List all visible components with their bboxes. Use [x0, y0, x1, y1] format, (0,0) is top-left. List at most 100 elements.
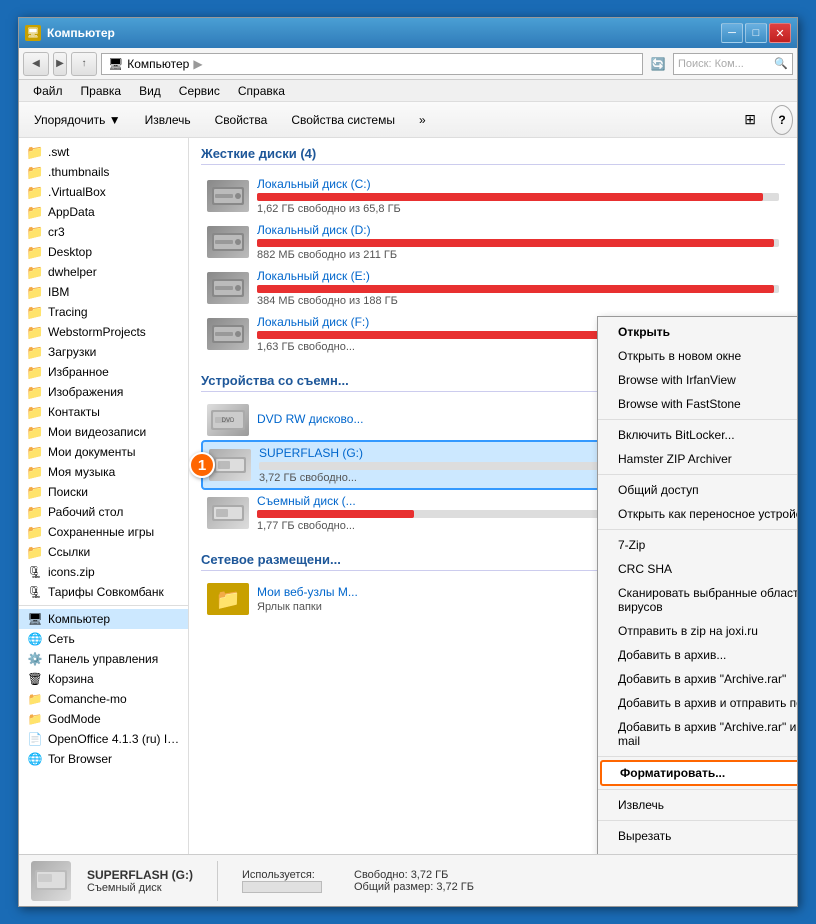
sidebar-item-controlpanel[interactable]: ⚙️Панель управления	[19, 649, 188, 669]
ctx-crcsha[interactable]: CRC SHA▶	[598, 557, 797, 581]
folder-icon: 📁	[27, 484, 43, 500]
search-icon: 🔍	[774, 57, 788, 70]
ctx-format[interactable]: Форматировать... 2	[600, 760, 797, 786]
menu-service[interactable]: Сервис	[171, 82, 228, 100]
ctx-bitlocker[interactable]: Включить BitLocker...	[598, 423, 797, 447]
menu-file[interactable]: Файл	[25, 82, 71, 100]
toolbar-eject[interactable]: Извлечь	[134, 105, 202, 135]
folder-icon: 📁	[27, 164, 43, 180]
disk-c[interactable]: Локальный диск (C:) 1,62 ГБ свободно из …	[201, 173, 785, 219]
ctx-add-archive-email[interactable]: Добавить в архив и отправить по e-mail..…	[598, 691, 797, 715]
help-button[interactable]: ?	[771, 105, 793, 135]
ctx-portable[interactable]: Открыть как переносное устройство	[598, 502, 797, 526]
badge-1: 1	[189, 452, 215, 478]
sidebar-item-iconszip[interactable]: 🗜icons.zip	[19, 562, 188, 582]
disk-c-name: Локальный диск (C:)	[257, 177, 779, 191]
ctx-add-archive-rar[interactable]: Добавить в архив "Archive.rar"	[598, 667, 797, 691]
sidebar-item-godmode[interactable]: 📁GodMode	[19, 709, 188, 729]
sidebar-item-network[interactable]: 🌐Сеть	[19, 629, 188, 649]
back-button[interactable]: ◀	[23, 52, 49, 76]
disk-d[interactable]: Локальный диск (D:) 882 МБ свободно из 2…	[201, 219, 785, 265]
close-button[interactable]: ✕	[769, 23, 791, 43]
toolbar-system-properties[interactable]: Свойства системы	[280, 105, 406, 135]
ctx-sep4	[598, 756, 797, 757]
folder-icon: 📁	[27, 711, 43, 727]
status-bar: SUPERFLASH (G:) Съемный диск Используетс…	[19, 854, 797, 906]
sidebar-item-tarify[interactable]: 🗜Тарифы Совкомбанк	[19, 582, 188, 602]
ctx-copy[interactable]: Копировать	[598, 848, 797, 854]
sidebar-item-downloads[interactable]: 📁Загрузки	[19, 342, 188, 362]
sidebar-item-docs[interactable]: 📁Мои документы	[19, 442, 188, 462]
sidebar-item-cr3[interactable]: 📁cr3	[19, 222, 188, 242]
ctx-sep1	[598, 419, 797, 420]
sidebar-item-appdata[interactable]: 📁AppData	[19, 202, 188, 222]
sidebar-item-trash[interactable]: 🗑Корзина	[19, 669, 188, 689]
ctx-faststone[interactable]: Browse with FastStone	[598, 392, 797, 416]
sidebar-item-computer[interactable]: 🖥Компьютер	[19, 609, 188, 629]
menu-help[interactable]: Справка	[230, 82, 293, 100]
sidebar-item-tracing[interactable]: 📁Tracing	[19, 302, 188, 322]
sidebar-item-favorites[interactable]: 📁Избранное	[19, 362, 188, 382]
address-input[interactable]: 🖥 Компьютер ▶	[101, 53, 643, 75]
sidebar-item-webstorm[interactable]: 📁WebstormProjects	[19, 322, 188, 342]
toolbar-more[interactable]: »	[408, 105, 437, 135]
ctx-share[interactable]: Общий доступ▶	[598, 478, 797, 502]
ctx-add-archive[interactable]: Добавить в архив...	[598, 643, 797, 667]
ctx-sep3	[598, 529, 797, 530]
sidebar-item-desktop[interactable]: 📁Desktop	[19, 242, 188, 262]
folder-icon: 📁	[27, 404, 43, 420]
sidebar-item-swt[interactable]: 📁.swt	[19, 142, 188, 162]
ctx-irfanview[interactable]: Browse with IrfanView	[598, 368, 797, 392]
ctx-7zip[interactable]: 7-Zip▶	[598, 533, 797, 557]
toolbar-properties[interactable]: Свойства	[204, 105, 279, 135]
sidebar-item-comanche[interactable]: 📁Comanche-mo	[19, 689, 188, 709]
status-device-type: Съемный диск	[87, 882, 193, 894]
status-device-name: SUPERFLASH (G:)	[87, 868, 193, 882]
folder-icon: 📁	[27, 524, 43, 540]
toolbar: Упорядочить ▼ Извлечь Свойства Свойства …	[19, 102, 797, 138]
disk-e[interactable]: Локальный диск (E:) 384 МБ свободно из 1…	[201, 265, 785, 311]
ctx-hamster[interactable]: Hamster ZIP Archiver▶	[598, 447, 797, 471]
content-area: Жесткие диски (4) Локальный диск (C:) 1,…	[189, 138, 797, 854]
sidebar-item-dwhelper[interactable]: 📁dwhelper	[19, 262, 188, 282]
sidebar-item-workdesk[interactable]: 📁Рабочий стол	[19, 502, 188, 522]
refresh-button[interactable]: 🔄	[647, 53, 669, 75]
ctx-open-new-window[interactable]: Открыть в новом окне	[598, 344, 797, 368]
search-box[interactable]: Поиск: Ком... 🔍	[673, 53, 793, 75]
folder-icon: 📁	[27, 204, 43, 220]
sidebar-item-savedgames[interactable]: 📁Сохраненные игры	[19, 522, 188, 542]
status-separator	[217, 861, 218, 901]
forward-button[interactable]: ▶	[53, 52, 67, 76]
ctx-sep2	[598, 474, 797, 475]
folder-icon: 📁	[27, 284, 43, 300]
sidebar-item-virtualbox[interactable]: 📁.VirtualBox	[19, 182, 188, 202]
view-toggle-button[interactable]: ⊞	[733, 105, 767, 135]
sidebar-item-ibm[interactable]: 📁IBM	[19, 282, 188, 302]
maximize-button[interactable]: □	[745, 23, 767, 43]
menu-view[interactable]: Вид	[131, 82, 169, 100]
ctx-add-archive-rar-email[interactable]: Добавить в архив "Archive.rar" и отправи…	[598, 715, 797, 753]
toolbar-organize[interactable]: Упорядочить ▼	[23, 105, 132, 135]
sidebar-item-links[interactable]: 📁Ссылки	[19, 542, 188, 562]
sidebar-item-videos[interactable]: 📁Мои видеозаписи	[19, 422, 188, 442]
ctx-eject[interactable]: Извлечь	[598, 793, 797, 817]
sidebar-item-music[interactable]: 📁Моя музыка	[19, 462, 188, 482]
sidebar: 📁.swt 📁.thumbnails 📁.VirtualBox 📁AppData…	[19, 138, 189, 854]
address-bar: ◀ ▶ ↑ 🖥 Компьютер ▶ 🔄 Поиск: Ком... 🔍	[19, 48, 797, 80]
ctx-cut[interactable]: Вырезать	[598, 824, 797, 848]
sidebar-item-thumbnails[interactable]: 📁.thumbnails	[19, 162, 188, 182]
ctx-send-zip[interactable]: Отправить в zip на joxi.ru	[598, 619, 797, 643]
sidebar-item-searches[interactable]: 📁Поиски	[19, 482, 188, 502]
sidebar-item-contacts[interactable]: 📁Контакты	[19, 402, 188, 422]
folder-icon: 📁	[27, 324, 43, 340]
disk-e-info: Локальный диск (E:) 384 МБ свободно из 1…	[257, 269, 779, 307]
ctx-scan[interactable]: Сканировать выбранные области на наличие…	[598, 581, 797, 619]
up-button[interactable]: ↑	[71, 52, 97, 76]
sidebar-item-images[interactable]: 📁Изображения	[19, 382, 188, 402]
minimize-button[interactable]: ─	[721, 23, 743, 43]
sidebar-item-torbrowser[interactable]: 🌐Tor Browser	[19, 749, 188, 769]
status-total-label: Общий размер:	[354, 881, 433, 893]
sidebar-item-openoffice[interactable]: 📄OpenOffice 4.1.3 (ru) Ins...	[19, 729, 188, 749]
ctx-open[interactable]: Открыть	[598, 320, 797, 344]
menu-edit[interactable]: Правка	[73, 82, 130, 100]
